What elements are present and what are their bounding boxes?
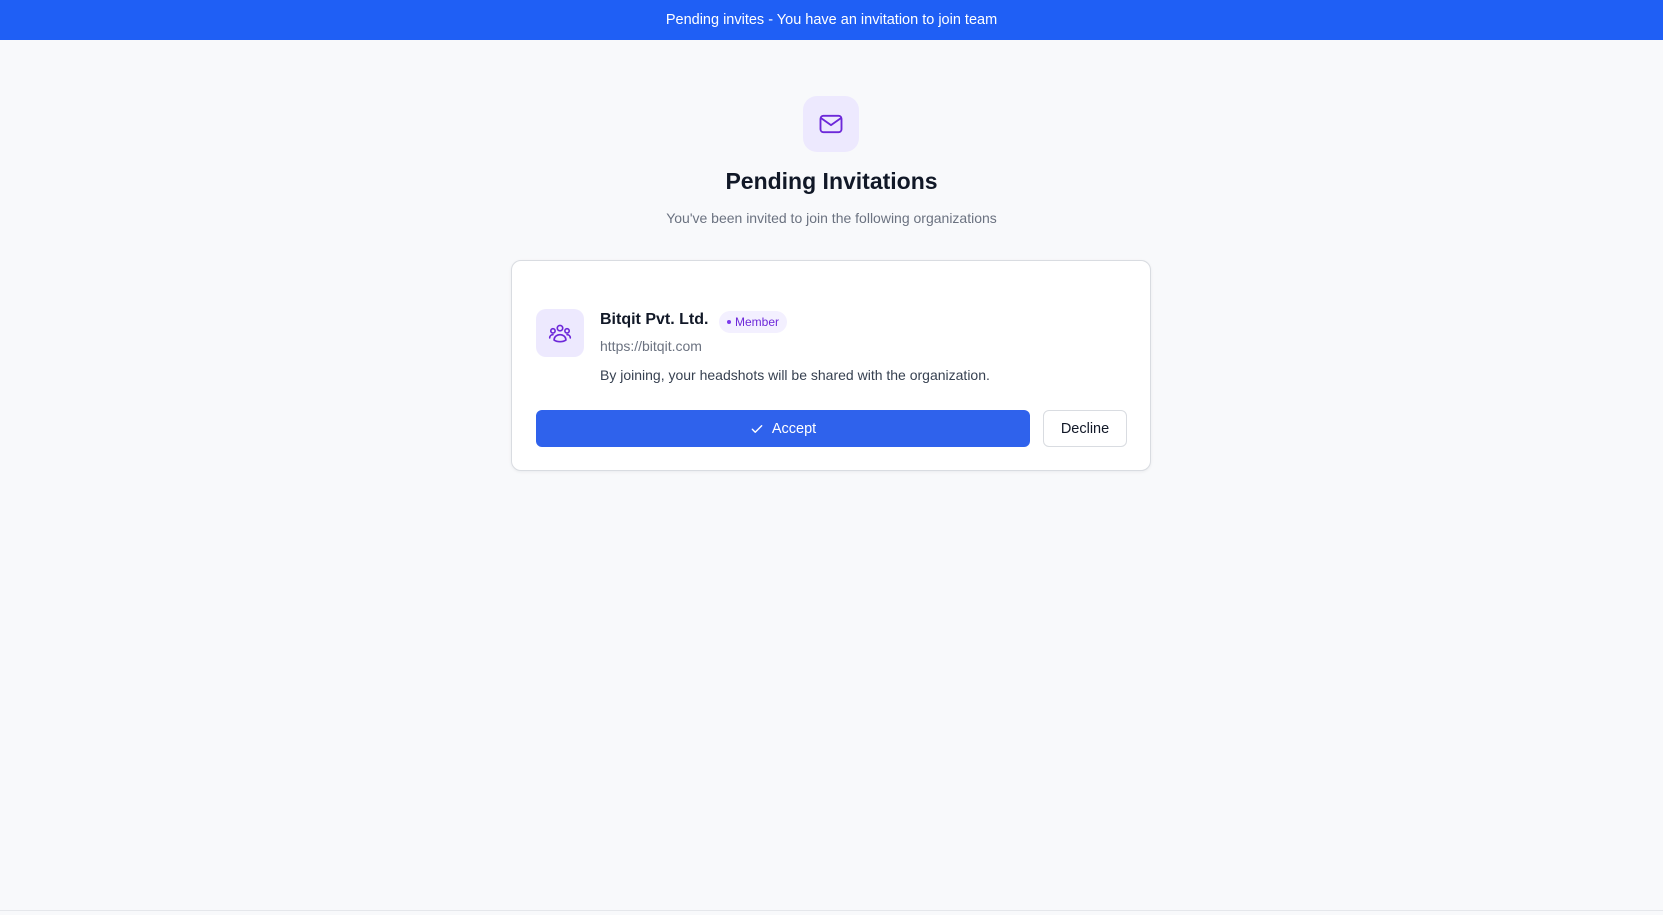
users-icon — [536, 309, 584, 357]
mail-icon — [803, 96, 859, 152]
decline-button[interactable]: Decline — [1043, 410, 1127, 447]
invite-banner: Pending invites - You have an invitation… — [0, 0, 1663, 40]
accept-button[interactable]: Accept — [536, 410, 1030, 447]
invitation-card: Bitqit Pvt. Ltd. Member https://bitqit.c… — [511, 260, 1151, 471]
bottom-divider — [0, 910, 1663, 911]
decline-label: Decline — [1060, 420, 1110, 437]
role-dot-icon — [727, 320, 731, 324]
banner-text: Pending invites - You have an invitation… — [665, 12, 998, 28]
org-url: https://bitqit.com — [600, 338, 702, 354]
role-badge: Member — [719, 311, 788, 333]
org-description: By joining, your headshots will be share… — [600, 367, 990, 383]
role-label: Member — [735, 315, 780, 329]
check-icon — [751, 424, 763, 433]
org-name: Bitqit Pvt. Ltd. — [600, 311, 709, 328]
page-title: Pending Invitations — [725, 168, 938, 194]
accept-label: Accept — [771, 420, 817, 437]
page-subtitle: You've been invited to join the followin… — [666, 210, 997, 226]
